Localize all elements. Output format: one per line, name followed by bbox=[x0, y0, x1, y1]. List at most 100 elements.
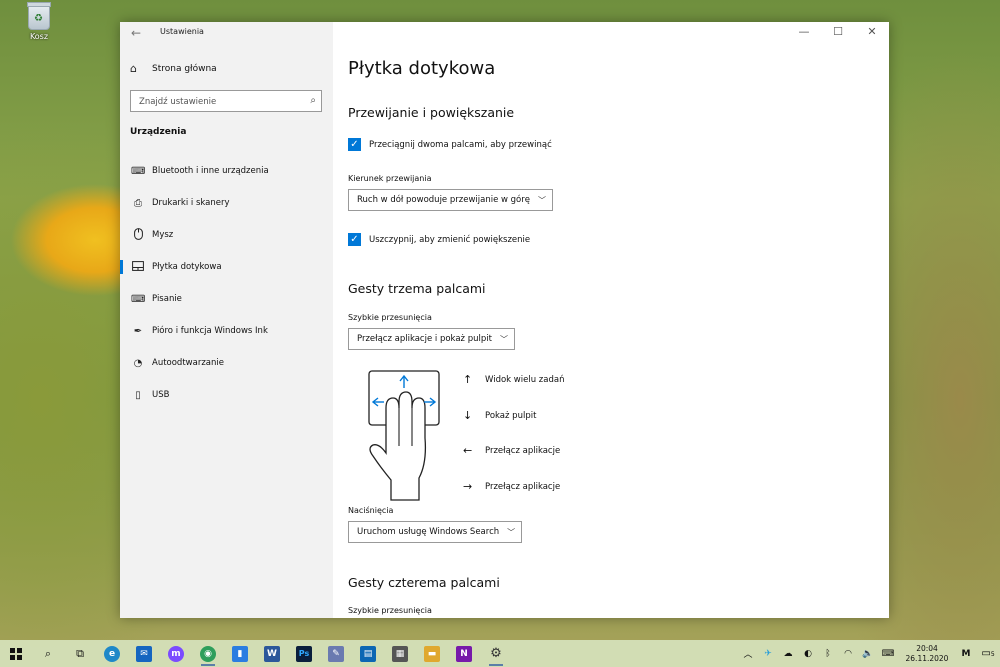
notification-icon: ▭ bbox=[981, 648, 991, 659]
keyboard-icon: ⌨ bbox=[131, 293, 146, 305]
taskbar-app-settings[interactable]: ⚙ bbox=[480, 640, 512, 667]
three-finger-swipes-dropdown[interactable]: Przełącz aplikacje i pokaż pulpit ﹀ bbox=[348, 328, 515, 350]
search-icon: ⌕ bbox=[310, 95, 316, 106]
language-icon[interactable]: ⌨ bbox=[878, 649, 898, 659]
three-finger-swipes-label: Szybkie przesunięcia bbox=[348, 313, 432, 322]
settings-window: ← Ustawienia ⌂ Strona główna Znajdź usta… bbox=[120, 22, 889, 618]
gesture-row-up: ↑ Widok wielu zadań bbox=[463, 374, 564, 410]
tray-chevron-up-icon[interactable]: ︿ bbox=[738, 647, 758, 660]
maximize-button[interactable]: ☐ bbox=[821, 22, 855, 44]
task-view-button[interactable]: ⧉ bbox=[64, 640, 96, 667]
taskbar: ⌕ ⧉ e ✉ m ◉ ▮ W Ps ✎ ▤ ▦ ▬ N ⚙ ︿ ✈ ☁ ◐ ᛒ… bbox=[0, 640, 1000, 667]
two-finger-scroll-checkbox[interactable]: ✓ bbox=[348, 138, 361, 151]
folder-icon: ▬ bbox=[424, 645, 440, 662]
scroll-direction-label: Kierunek przewijania bbox=[348, 174, 432, 183]
chrome-icon: ◉ bbox=[200, 645, 216, 662]
bluetooth-icon[interactable]: ᛒ bbox=[818, 649, 838, 659]
close-button[interactable]: ✕ bbox=[855, 22, 889, 44]
pinch-zoom-label: Uszczypnij, aby zmienić powiększenie bbox=[369, 234, 531, 245]
taskbar-app-phone[interactable]: ▮ bbox=[224, 640, 256, 667]
sidebar: ← Ustawienia ⌂ Strona główna Znajdź usta… bbox=[120, 22, 333, 618]
printer-icon: ⎙ bbox=[134, 197, 142, 209]
taskbar-app-mail[interactable]: ✉ bbox=[128, 640, 160, 667]
sidebar-item-autoplay[interactable]: ◔ Autoodtwarzanie bbox=[120, 347, 333, 379]
sidebar-item-touchpad[interactable]: Płytka dotykowa bbox=[120, 251, 333, 283]
notification-count: 5 bbox=[990, 651, 995, 658]
messenger-icon: m bbox=[168, 645, 184, 662]
sidebar-item-label: Drukarki i skanery bbox=[152, 198, 230, 208]
pinch-zoom-option[interactable]: ✓ Uszczypnij, aby zmienić powiększenie bbox=[348, 233, 530, 246]
settings-gear-icon: ⚙ bbox=[490, 645, 502, 661]
page-title: Płytka dotykowa bbox=[348, 58, 496, 79]
nav-home[interactable]: ⌂ Strona główna bbox=[130, 62, 217, 75]
two-finger-scroll-option[interactable]: ✓ Przeciągnij dwoma palcami, aby przewin… bbox=[348, 138, 552, 151]
gesture-label: Widok wielu zadań bbox=[485, 375, 565, 385]
pen-icon: ✒ bbox=[133, 325, 143, 337]
scroll-direction-dropdown[interactable]: Ruch w dół powoduje przewijanie w górę ﹀ bbox=[348, 189, 553, 211]
chevron-down-icon: ﹀ bbox=[507, 527, 516, 537]
taskbar-app-messenger[interactable]: m bbox=[160, 640, 192, 667]
app-title: Ustawienia bbox=[160, 27, 204, 36]
sidebar-item-mouse[interactable]: Mysz bbox=[120, 219, 333, 251]
tray-app-icon[interactable]: ◐ bbox=[798, 649, 818, 659]
taps-value: Uruchom usługę Windows Search bbox=[357, 527, 500, 537]
meet-icon[interactable]: M bbox=[956, 649, 976, 659]
photoshop-icon: Ps bbox=[296, 645, 312, 662]
sidebar-item-printers[interactable]: ⎙ Drukarki i skanery bbox=[120, 187, 333, 219]
search-input[interactable]: Znajdź ustawienie bbox=[139, 97, 216, 107]
gesture-row-left: ← Przełącz aplikacje bbox=[463, 445, 564, 481]
gesture-row-right: → Przełącz aplikacje bbox=[463, 480, 564, 517]
telegram-icon[interactable]: ✈ bbox=[758, 649, 778, 659]
phone-icon: ▮ bbox=[232, 645, 248, 662]
recycle-bin-desktop-icon[interactable]: ♻ Kosz bbox=[22, 2, 56, 41]
sidebar-item-label: Pisanie bbox=[152, 294, 182, 304]
main-content: — ☐ ✕ Płytka dotykowa Przewijanie i powi… bbox=[333, 22, 889, 618]
search-box[interactable]: Znajdź ustawienie ⌕ bbox=[130, 90, 322, 112]
chevron-down-icon: ﹀ bbox=[499, 334, 508, 344]
start-button[interactable] bbox=[0, 640, 32, 667]
sidebar-item-label: USB bbox=[152, 390, 170, 400]
sidebar-item-bluetooth[interactable]: ⌨ Bluetooth i inne urządzenia bbox=[120, 155, 333, 187]
onenote-icon: N bbox=[456, 645, 472, 662]
taskbar-app-word[interactable]: W bbox=[256, 640, 288, 667]
tool-icon: ✎ bbox=[328, 645, 344, 662]
gesture-row-down: ↓ Pokaż pulpit bbox=[463, 409, 564, 446]
taskbar-app-trello[interactable]: ▤ bbox=[352, 640, 384, 667]
wifi-icon[interactable]: ◠ bbox=[838, 649, 858, 659]
three-finger-swipes-value: Przełącz aplikacje i pokaż pulpit bbox=[357, 334, 492, 344]
sidebar-item-usb[interactable]: ▯ USB bbox=[120, 379, 333, 411]
sidebar-item-typing[interactable]: ⌨ Pisanie bbox=[120, 283, 333, 315]
pinch-zoom-checkbox[interactable]: ✓ bbox=[348, 233, 361, 246]
mouse-icon bbox=[131, 227, 145, 243]
taps-dropdown[interactable]: Uruchom usługę Windows Search ﹀ bbox=[348, 521, 523, 543]
sidebar-item-pen[interactable]: ✒ Pióro i funkcja Windows Ink bbox=[120, 315, 333, 347]
four-finger-heading: Gesty czterema palcami bbox=[348, 575, 500, 590]
bluetooth-devices-icon: ⌨ bbox=[131, 165, 146, 177]
minimize-button[interactable]: — bbox=[787, 22, 821, 44]
taskbar-app-photoshop[interactable]: Ps bbox=[288, 640, 320, 667]
task-view-icon: ⧉ bbox=[76, 646, 84, 660]
notification-center-button[interactable]: ▭5 bbox=[976, 648, 1000, 659]
autoplay-icon: ◔ bbox=[133, 357, 143, 369]
usb-icon: ▯ bbox=[135, 389, 141, 401]
taskbar-app-chrome[interactable]: ◉ bbox=[192, 640, 224, 667]
nav-list: ⌨ Bluetooth i inne urządzenia ⎙ Drukarki… bbox=[120, 155, 333, 411]
taskbar-app-calculator[interactable]: ▦ bbox=[384, 640, 416, 667]
section-label: Urządzenia bbox=[130, 127, 187, 137]
gesture-label: Przełącz aplikacje bbox=[485, 481, 561, 492]
search-taskbar-button[interactable]: ⌕ bbox=[32, 640, 64, 667]
nav-home-label: Strona główna bbox=[152, 63, 217, 74]
taskbar-app-edge[interactable]: e bbox=[96, 640, 128, 667]
three-finger-heading: Gesty trzema palcami bbox=[348, 281, 486, 296]
taskbar-app-tool[interactable]: ✎ bbox=[320, 640, 352, 667]
arrow-left-icon: ← bbox=[463, 444, 473, 457]
clock[interactable]: 20:04 26.11.2020 bbox=[898, 644, 956, 664]
cloud-icon[interactable]: ☁ bbox=[778, 649, 798, 659]
taskbar-app-explorer[interactable]: ▬ bbox=[416, 640, 448, 667]
back-button[interactable]: ← bbox=[128, 25, 144, 41]
titlebar: ← Ustawienia bbox=[120, 22, 333, 44]
taskbar-app-onenote[interactable]: N bbox=[448, 640, 480, 667]
volume-icon[interactable]: 🔈 bbox=[858, 649, 878, 659]
taps-label: Naciśnięcia bbox=[348, 506, 394, 515]
mail-icon: ✉ bbox=[136, 645, 152, 662]
